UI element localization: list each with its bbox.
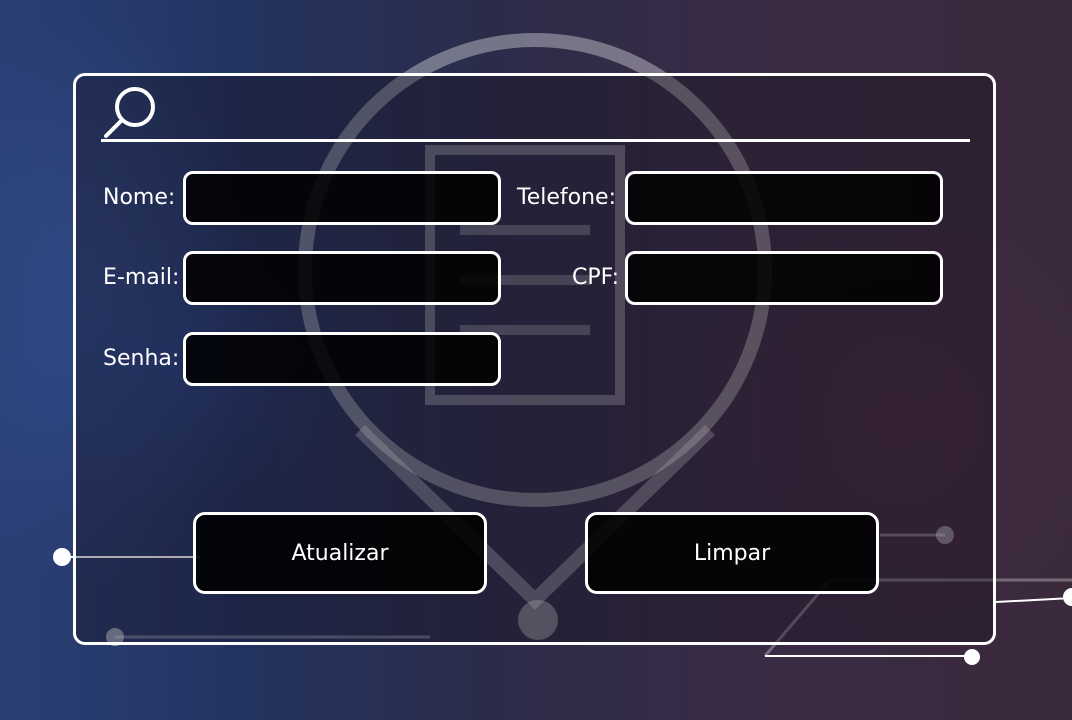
atualizar-button[interactable]: Atualizar [193,512,487,594]
search-icon[interactable] [103,86,159,140]
search-underline [101,139,970,142]
telefone-input[interactable] [625,171,943,225]
cpf-label: CPF: [572,265,619,290]
cpf-input[interactable] [625,251,943,305]
email-input[interactable] [183,251,501,305]
senha-label: Senha: [103,346,180,371]
nome-label: Nome: [103,185,176,210]
senha-input[interactable] [183,332,501,386]
nome-input[interactable] [183,171,501,225]
limpar-button[interactable]: Limpar [585,512,879,594]
telefone-label: Telefone: [517,185,616,210]
email-label: E-mail: [103,265,180,290]
